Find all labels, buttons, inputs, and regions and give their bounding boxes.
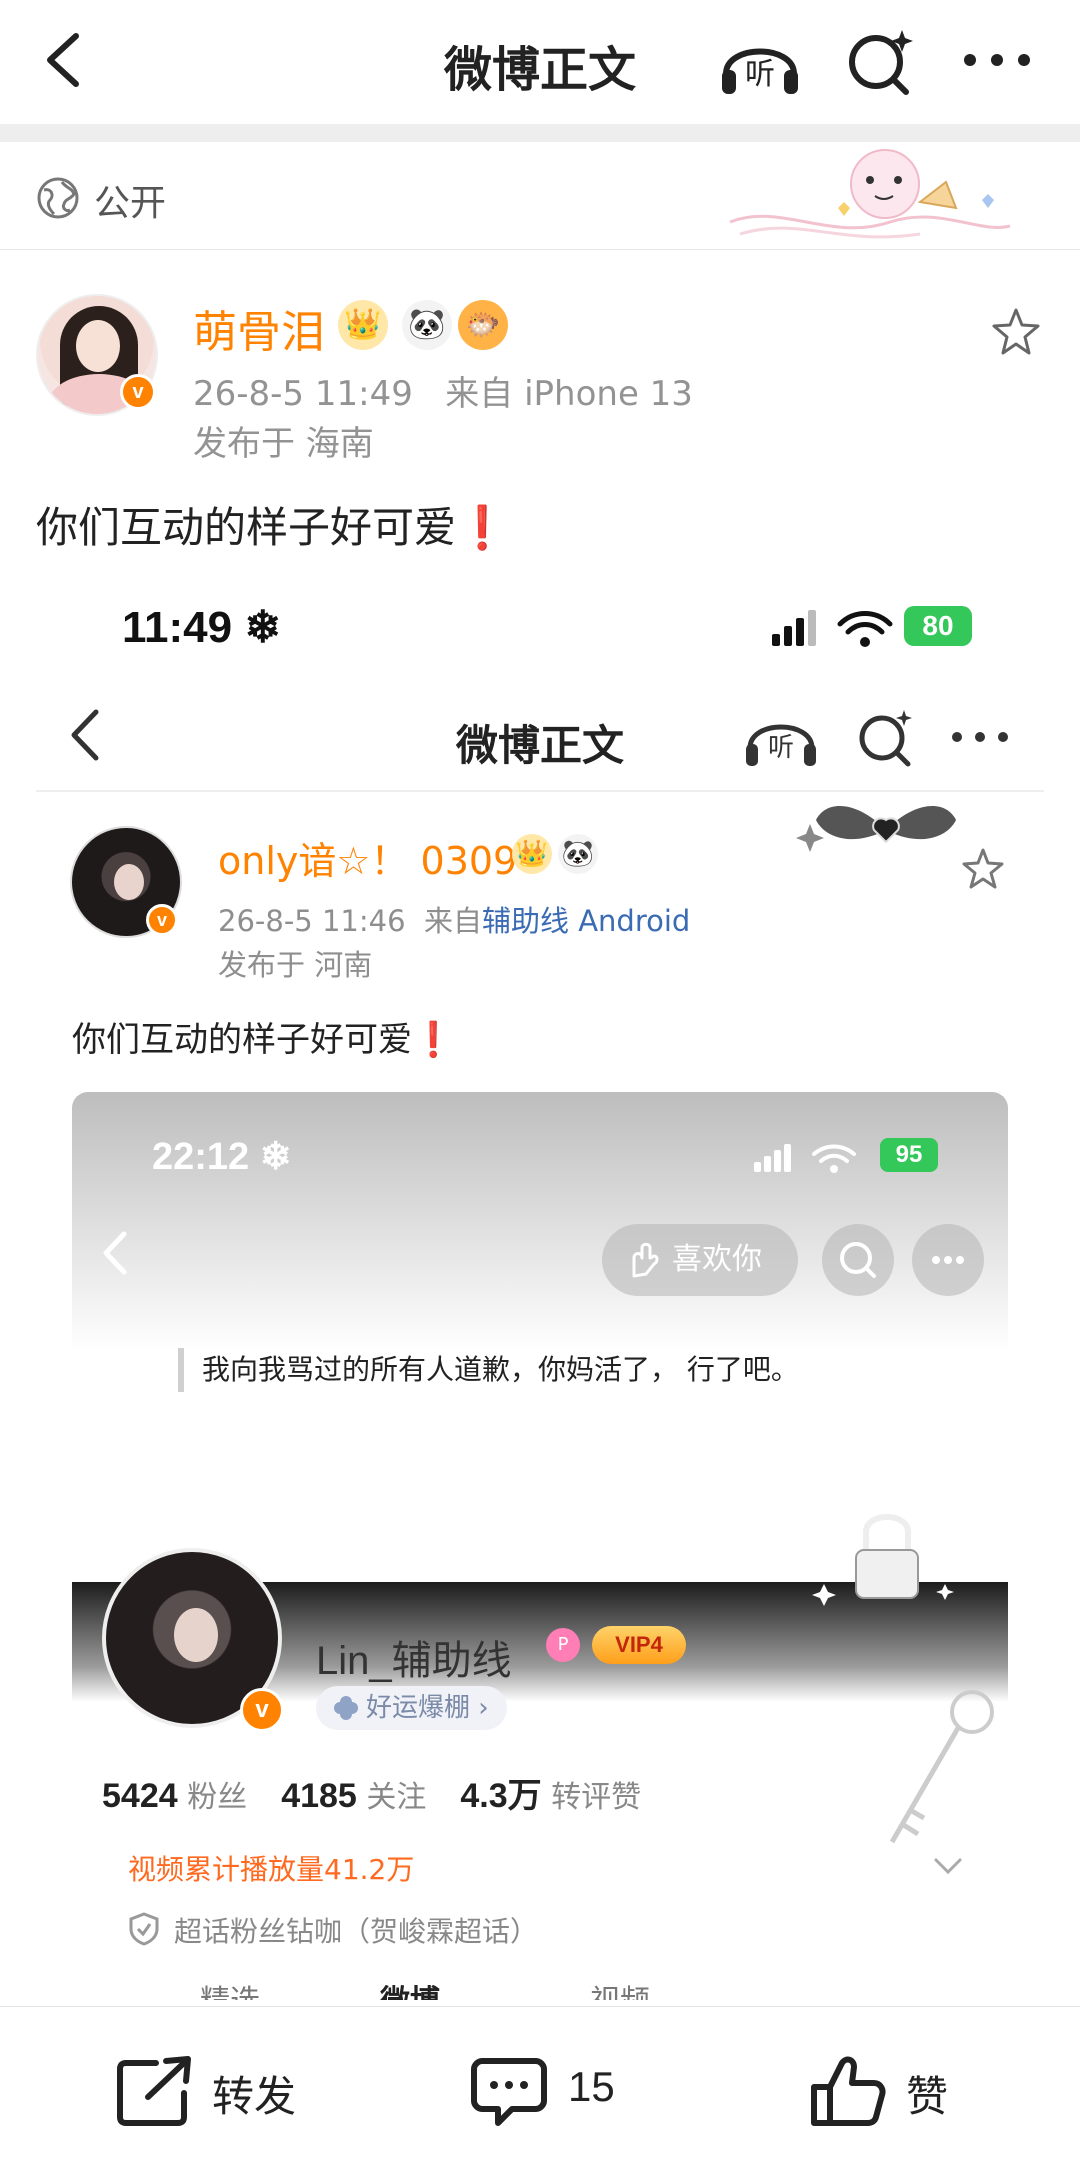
- video-views: 视频累计播放量41.2万: [128, 1853, 415, 1886]
- status-time: 11:49 ❄: [122, 603, 282, 652]
- repost-label: 转发: [212, 2072, 297, 2121]
- inner-search-button: [822, 1224, 894, 1296]
- verified-badge-icon: v: [146, 904, 178, 936]
- crown-emoji-icon: 👑: [512, 834, 552, 874]
- visibility-row: 公开: [0, 142, 1080, 250]
- vip-badge: VIP4: [592, 1626, 686, 1664]
- page-title: 微博正文: [443, 42, 636, 98]
- battery-indicator: 80: [904, 606, 972, 646]
- comment-button[interactable]: 15: [470, 2007, 670, 2166]
- screenshot-post-meta: 26-8-5 11:46 来自辅助线 Android: [218, 898, 690, 940]
- tab-featured: 精选: [200, 1976, 260, 2000]
- engagement-label: 转评赞: [551, 1780, 642, 1815]
- screenshot-post-text-body: 你们互动的样子好可爱: [72, 1020, 412, 1060]
- screenshot-source-app: 辅助线 Android: [481, 904, 691, 938]
- post-text-body: 你们互动的样子好可爱: [36, 503, 457, 552]
- followers-count: 5424: [102, 1777, 178, 1815]
- more-dots-icon: [932, 1256, 964, 1264]
- decorative-sticker: [729, 149, 1011, 239]
- share-icon: [117, 2056, 191, 2126]
- globe-icon: [37, 177, 79, 219]
- like-label: 赞: [906, 2072, 949, 2121]
- exclamation-emoji-icon: ❗: [456, 503, 509, 552]
- visibility-label: 公开: [94, 183, 167, 224]
- padlock-sticker: [812, 1514, 954, 1606]
- exclamation-emoji-icon: ❗: [412, 1020, 455, 1060]
- inner-status-time: 22:12 ❄: [152, 1136, 292, 1178]
- screenshot-author-name: only谙☆！ 0309: [218, 839, 518, 883]
- headphones-listen-icon[interactable]: 听: [718, 26, 802, 98]
- top-nav-bar: 微博正文 听: [0, 0, 1080, 124]
- more-dots-icon: [952, 732, 1008, 742]
- listen-glyph: 听: [768, 733, 794, 763]
- luck-tag: 好运爆棚 ›: [316, 1686, 507, 1730]
- screenshot-source-prefix: 来自: [423, 904, 482, 938]
- pufferfish-emoji-icon: 🐡: [458, 300, 508, 350]
- verified-badge-icon: v: [120, 374, 156, 410]
- search-sparkle-icon[interactable]: [844, 26, 918, 96]
- like-you-label: 喜欢你: [672, 1242, 762, 1277]
- butterfly-heart-sticker: [796, 806, 956, 852]
- nested-profile-image: 22:12 ❄ 95 喜欢你 我向我骂过的所有人道歉，你妈活了， 行了吧。 v …: [72, 1092, 1008, 2000]
- chevron-left-icon: [103, 1231, 127, 1275]
- panda-emoji-icon: 🐼: [402, 300, 452, 350]
- following-label: 关注: [366, 1780, 427, 1815]
- signal-wifi-icon: [772, 610, 893, 647]
- post-source: 来自 iPhone 13: [445, 374, 693, 414]
- inner-battery-indicator: 95: [880, 1138, 938, 1172]
- screenshot-post-location: 发布于 河南: [218, 948, 373, 982]
- tab-video: 视频: [590, 1976, 650, 2000]
- inner-more-button: [912, 1224, 984, 1296]
- like-button[interactable]: 赞: [808, 2007, 1008, 2166]
- p-badge-icon: P: [546, 1628, 580, 1662]
- screenshot-post-text: 你们互动的样子好可爱❗: [72, 1012, 454, 1061]
- post-text: 你们互动的样子好可爱❗: [36, 494, 508, 555]
- profile-name: Lin_辅助线: [316, 1639, 512, 1683]
- post-location: 发布于 海南: [193, 424, 374, 464]
- author-name[interactable]: 萌骨泪: [193, 296, 325, 360]
- heart-hand-icon: [632, 1242, 659, 1278]
- headphones-listen-icon: 听: [746, 724, 816, 766]
- comment-bubble-icon: [471, 2058, 547, 2126]
- profile-stats: 5424 粉丝 4185 关注 4.3万 转评赞: [102, 1768, 641, 1817]
- bottom-action-bar: 转发 15 赞: [0, 2006, 1080, 2166]
- shield-icon: [129, 1912, 159, 1946]
- key-sticker: [889, 1690, 994, 1844]
- favorite-star-icon: [962, 848, 1004, 889]
- search-icon: [840, 1242, 876, 1278]
- like-you-button: 喜欢你: [602, 1224, 798, 1296]
- screenshot-post-time: 26-8-5 11:46: [218, 904, 406, 938]
- tab-weibo: 微博: [380, 1976, 440, 2000]
- section-divider: [0, 124, 1080, 142]
- verified-badge-icon: v: [240, 1688, 284, 1732]
- listen-glyph: 听: [745, 57, 775, 92]
- search-sparkle-icon: [859, 710, 912, 767]
- thumbs-up-icon: [811, 2056, 886, 2126]
- following-count: 4185: [281, 1777, 357, 1815]
- superfan-label: 超话粉丝钻咖（贺峻霖超话）: [174, 1915, 539, 1948]
- favorite-star-icon[interactable]: [990, 306, 1042, 358]
- engagement-count: 4.3万: [460, 1777, 542, 1815]
- luck-tag-label: 好运爆棚 ›: [366, 1693, 489, 1723]
- chevron-down-icon: [934, 1858, 962, 1875]
- crown-emoji-icon: 👑: [338, 300, 388, 350]
- superfan-line: 超话粉丝钻咖（贺峻霖超话）: [128, 1910, 538, 1950]
- screenshot-nav-bar: 微博正文 听: [36, 680, 1044, 792]
- more-dots-icon[interactable]: [960, 40, 1034, 80]
- followers-label: 粉丝: [187, 1780, 248, 1815]
- repost-button[interactable]: 转发: [116, 2007, 346, 2166]
- post-image[interactable]: 11:49 ❄ 80 微博正文 听 v only谙☆！ 0309 �: [36, 580, 1044, 2000]
- profile-quote: 我向我骂过的所有人道歉，你妈活了， 行了吧。: [178, 1348, 799, 1392]
- clover-icon: [334, 1696, 358, 1720]
- panda-emoji-icon: 🐼: [558, 834, 598, 874]
- post-meta-time-source: 26-8-5 11:49 来自 iPhone 13: [193, 366, 693, 415]
- comment-count: 15: [568, 2063, 615, 2110]
- signal-wifi-icon: [754, 1144, 856, 1173]
- post-time: 26-8-5 11:49: [193, 374, 413, 414]
